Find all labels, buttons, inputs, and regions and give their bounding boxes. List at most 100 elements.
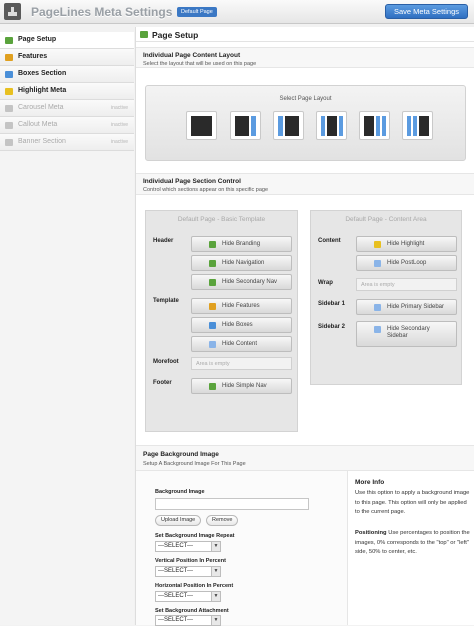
positioning-title: Positioning [355,530,387,536]
inactive-tag: inactive [111,139,128,145]
sidebar-item-label: Callout Meta [18,121,58,128]
sidebar-item-features[interactable]: Features [0,49,134,66]
sidebar-item-label: Banner Section [18,138,66,145]
hide-boxes-button[interactable]: Hide Boxes [191,317,292,333]
background-title: Page Background Image [143,451,219,458]
section-control-band: Individual Page Section Control Control … [136,173,474,195]
template-label: Template [153,298,179,304]
chevron-down-icon: ▼ [211,542,220,551]
sidebar-icon [374,326,381,333]
chevron-down-icon: ▼ [211,616,220,625]
upload-image-button[interactable]: Upload Image [155,515,202,526]
content-icon [209,341,216,348]
wrap-label: Wrap [318,280,333,286]
sidebar-item-boxes-section[interactable]: Boxes Section [0,66,134,83]
button-label: Hide Secondary Sidebar [387,326,430,339]
layout-header-band: Individual Page Content Layout Select th… [136,47,474,68]
background-image-label: Background Image [155,489,205,495]
simple-nav-icon [209,383,216,390]
hide-highlight-button[interactable]: Hide Highlight [356,236,457,252]
hide-content-button[interactable]: Hide Content [191,336,292,352]
section-title: Page Setup [152,30,199,40]
hide-primary-sidebar-button[interactable]: Hide Primary Sidebar [356,299,457,315]
content-label: Content [318,238,341,244]
select-value: ---SELECT--- [158,593,193,599]
sidebar-item-label: Carousel Meta [18,104,64,111]
layout-selector: Select Page Layout [145,85,466,161]
more-info-text: Use this option to apply a background im… [355,490,470,515]
background-header-band: Page Background Image Setup A Background… [136,445,474,471]
positioning-info: Positioning Use percentages to position … [355,529,473,558]
layout-one-sidebar-left-option[interactable] [273,111,304,140]
pagelines-logo-icon [4,3,21,20]
layout-full-width-option[interactable] [186,111,217,140]
sidebar-item-banner-section[interactable]: Banner Section inactive [0,134,134,151]
select-value: ---SELECT--- [158,543,193,549]
horizontal-position-select[interactable]: ---SELECT--- ▼ [155,591,221,602]
inactive-tag: inactive [111,105,128,111]
app-title: PageLines Meta Settings [31,5,173,19]
highlight-icon [374,241,381,248]
page-type-badge: Default Page [177,7,217,17]
layout-two-sidebar-left-option[interactable] [402,111,433,140]
boxes-icon [5,71,13,78]
chevron-down-icon: ▼ [211,592,220,601]
highlight-icon [5,88,13,95]
sidebar-item-highlight-meta[interactable]: Highlight Meta [0,83,134,100]
save-meta-settings-button[interactable]: Save Meta Settings [385,4,468,19]
button-label: Hide Content [222,341,258,347]
features-icon [209,303,216,310]
hide-secondary-nav-button[interactable]: Hide Secondary Nav [191,274,292,290]
background-image-input[interactable] [155,498,309,510]
layout-selector-label: Select Page Layout [279,96,332,102]
background-image-section: Page Background Image Setup A Background… [136,445,474,626]
callout-icon [5,122,13,129]
wrap-empty-area: Area is empty [356,278,457,291]
sidebar-item-label: Features [18,53,48,60]
section-control-desc: Control which sections appear on this sp… [143,187,269,193]
button-label: Hide Highlight [387,241,425,247]
section-header: Page Setup [136,27,474,42]
hide-postloop-button[interactable]: Hide PostLoop [356,255,457,271]
branding-icon [209,241,216,248]
header-label: Header [153,238,174,244]
vertical-position-select[interactable]: ---SELECT--- ▼ [155,566,221,577]
button-label: Hide Branding [222,241,261,247]
repeat-label: Set Background Image Repeat [155,533,235,539]
basic-template-panel: Default Page - Basic Template Header Hid… [145,210,298,432]
layout-one-sidebar-right-option[interactable] [230,111,261,140]
postloop-icon [374,260,381,267]
button-label: Hide Boxes [222,322,253,328]
chevron-down-icon: ▼ [211,567,220,576]
sidebar-item-page-setup[interactable]: Page Setup [0,32,134,49]
layout-desc: Select the layout that will be used on t… [143,61,257,67]
panel-title: Default Page - Content Area [345,216,427,223]
carousel-icon [5,105,13,112]
hide-navigation-button[interactable]: Hide Navigation [191,255,292,271]
horizontal-position-label: Horizontal Position In Percent [155,583,234,589]
attachment-select[interactable]: ---SELECT--- ▼ [155,615,221,626]
background-desc: Setup A Background Image For This Page [143,461,246,467]
select-value: ---SELECT--- [158,568,193,574]
hide-simple-nav-button[interactable]: Hide Simple Nav [191,378,292,394]
button-label: Hide PostLoop [387,260,427,266]
content-area-panel: Default Page - Content Area Content Hide… [310,210,462,385]
sidebar-item-carousel-meta[interactable]: Carousel Meta inactive [0,100,134,117]
hide-branding-button[interactable]: Hide Branding [191,236,292,252]
main-panel: Page Setup Individual Page Content Layou… [135,27,474,626]
features-icon [5,54,13,61]
sidebar-item-label: Boxes Section [18,70,67,77]
button-label: Hide Features [222,303,260,309]
hide-features-button[interactable]: Hide Features [191,298,292,314]
select-value: ---SELECT--- [158,617,193,623]
remove-image-button[interactable]: Remove [206,515,239,526]
layout-two-sidebar-right-option[interactable] [359,111,390,140]
secondary-nav-icon [209,279,216,286]
layout-title: Individual Page Content Layout [143,52,241,59]
layout-two-sidebar-center-option[interactable] [316,111,347,140]
hide-secondary-sidebar-button[interactable]: Hide Secondary Sidebar [356,321,457,347]
button-label: Hide Primary Sidebar [387,304,445,310]
settings-sidebar: Page Setup Features Boxes Section Highli… [0,32,134,625]
sidebar-item-callout-meta[interactable]: Callout Meta inactive [0,117,134,134]
repeat-select[interactable]: ---SELECT--- ▼ [155,541,221,552]
